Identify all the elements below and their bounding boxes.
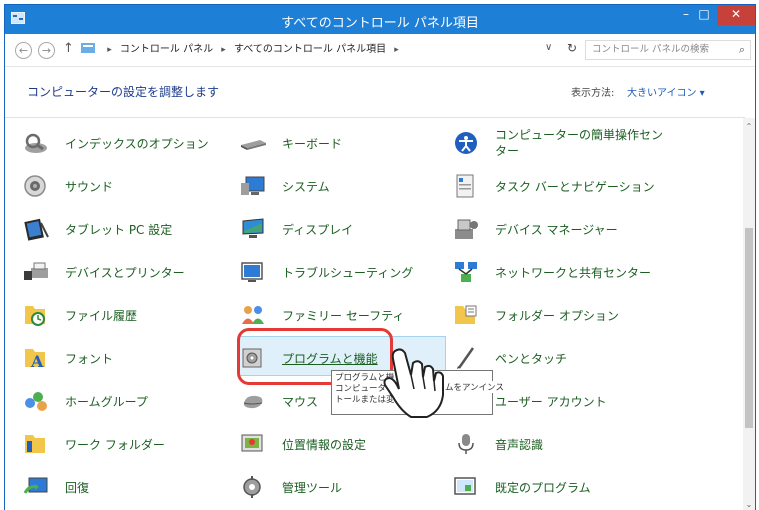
mouse-icon [243,395,263,409]
keyboard-icon [241,140,266,150]
troubleshooting-icon [241,262,263,282]
network-icon [455,262,477,282]
item-label: インデックスのオプション [65,137,209,151]
view-by-label: 表示方法: [571,88,615,99]
forward-button[interactable]: → [38,42,55,59]
item-label: キーボード [282,137,343,151]
work-folders-icon [25,435,45,453]
breadcrumb[interactable]: ▸ コントロール パネル ▸ すべてのコントロール パネル項目 ▸ [81,41,563,59]
item-label: マウス [282,395,319,409]
item-label: デバイスとプリンター [65,266,185,280]
maximize-button[interactable]: □ [691,5,717,25]
pointer-hand-icon [383,348,444,418]
default-programs-icon [454,477,476,495]
vertical-scrollbar[interactable]: ⌃ ⌄ [743,118,755,510]
taskbar-icon [456,174,474,198]
file-history-icon [25,306,45,326]
address-bar: ← → ↑ ▸ コントロール パネル ▸ すべてのコントロール パネル項目 ▸ … [5,34,755,67]
scroll-up-icon[interactable]: ⌃ [743,122,755,131]
item-label: ユーザー アカウント [495,395,607,409]
scroll-down-icon[interactable]: ⌄ [743,500,755,509]
pen-icon [457,347,475,369]
item-label: 位置情報の設定 [282,438,367,452]
view-by-dropdown[interactable]: 大きいアイコン ▾ [627,84,705,99]
item-label: タブレット PC 設定 [65,223,173,237]
item-label: サウンド [65,180,114,194]
search-icon[interactable]: ⌕ [739,41,745,59]
close-button[interactable]: ✕ [717,5,755,25]
breadcrumb-item-control-panel[interactable]: コントロール パネル [120,44,213,55]
homegroup-icon [25,392,47,411]
item-label: ファミリー セーフティ [282,309,405,323]
recovery-icon [23,477,48,494]
tablet-icon [24,218,49,241]
item-label: フォント [65,352,114,366]
item-label: ホームグループ [65,395,148,409]
item-label: ワーク フォルダー [65,438,165,452]
control-panel-window: すべてのコントロール パネル項目 – □ ✕ ← → ↑ ▸ コントロール パネ… [4,4,756,510]
back-button[interactable]: ← [15,42,32,59]
control-panel-icon [81,43,95,53]
address-dropdown-icon[interactable]: ∨ [545,42,552,53]
item-label: 管理ツール [282,481,343,495]
device-manager-icon [455,219,478,239]
item-label: トラブルシューティング [282,266,414,280]
printer-icon [24,262,48,280]
magnifier-icon [25,133,47,153]
system-monitor-icon [241,176,265,195]
item-label: 既定のプログラム [495,481,591,495]
page-title: コンピューターの設定を調整します [27,85,220,99]
item-label: フォルダー オプション [495,309,619,323]
family-icon [242,306,264,324]
display-icon [242,218,264,238]
item-label: デバイス マネージャー [495,223,618,237]
folder-options-icon [455,305,477,324]
search-placeholder: コントロール パネルの検索 [592,44,710,55]
ease-of-access-icon [455,132,477,154]
up-arrow-icon[interactable]: ↑ [63,41,74,56]
item-label: 音声認識 [495,438,544,452]
tooltip-tail: ムをアンインス [445,381,504,393]
refresh-icon[interactable]: ↻ [567,41,577,55]
item-label: ディスプレイ [282,223,354,237]
item-label: 回復 [65,481,90,495]
scrollbar-thumb[interactable] [745,228,753,428]
breadcrumb-item-all-items[interactable]: すべてのコントロール パネル項目 [234,44,386,55]
title-bar[interactable]: すべてのコントロール パネル項目 – □ ✕ [5,5,755,34]
speaker-icon [24,175,46,197]
item-label: ファイル履歴 [65,309,138,323]
search-input[interactable]: コントロール パネルの検索 ⌕ [585,40,751,60]
breadcrumb-separator: ▸ [107,45,112,55]
item-label: コンピューターの簡単操作センター [495,128,664,158]
item-label: タスク バーとナビゲーション [495,180,655,194]
item-label: ペンとタッチ [495,352,568,366]
fonts-icon: A [25,349,45,370]
location-icon [241,434,263,452]
microphone-icon [458,434,474,454]
item-label: システム [282,180,330,194]
breadcrumb-separator: ▸ [221,45,226,55]
items-grid: インデックスのオプション キーボード コンピューターの簡単操作センター サウンド… [5,118,745,510]
window-title: すべてのコントロール パネル項目 [281,16,479,31]
breadcrumb-separator: ▸ [394,45,399,55]
admin-tools-icon [243,476,261,498]
svg-text:A: A [30,352,44,370]
item-label: ネットワークと共有センター [495,266,652,280]
